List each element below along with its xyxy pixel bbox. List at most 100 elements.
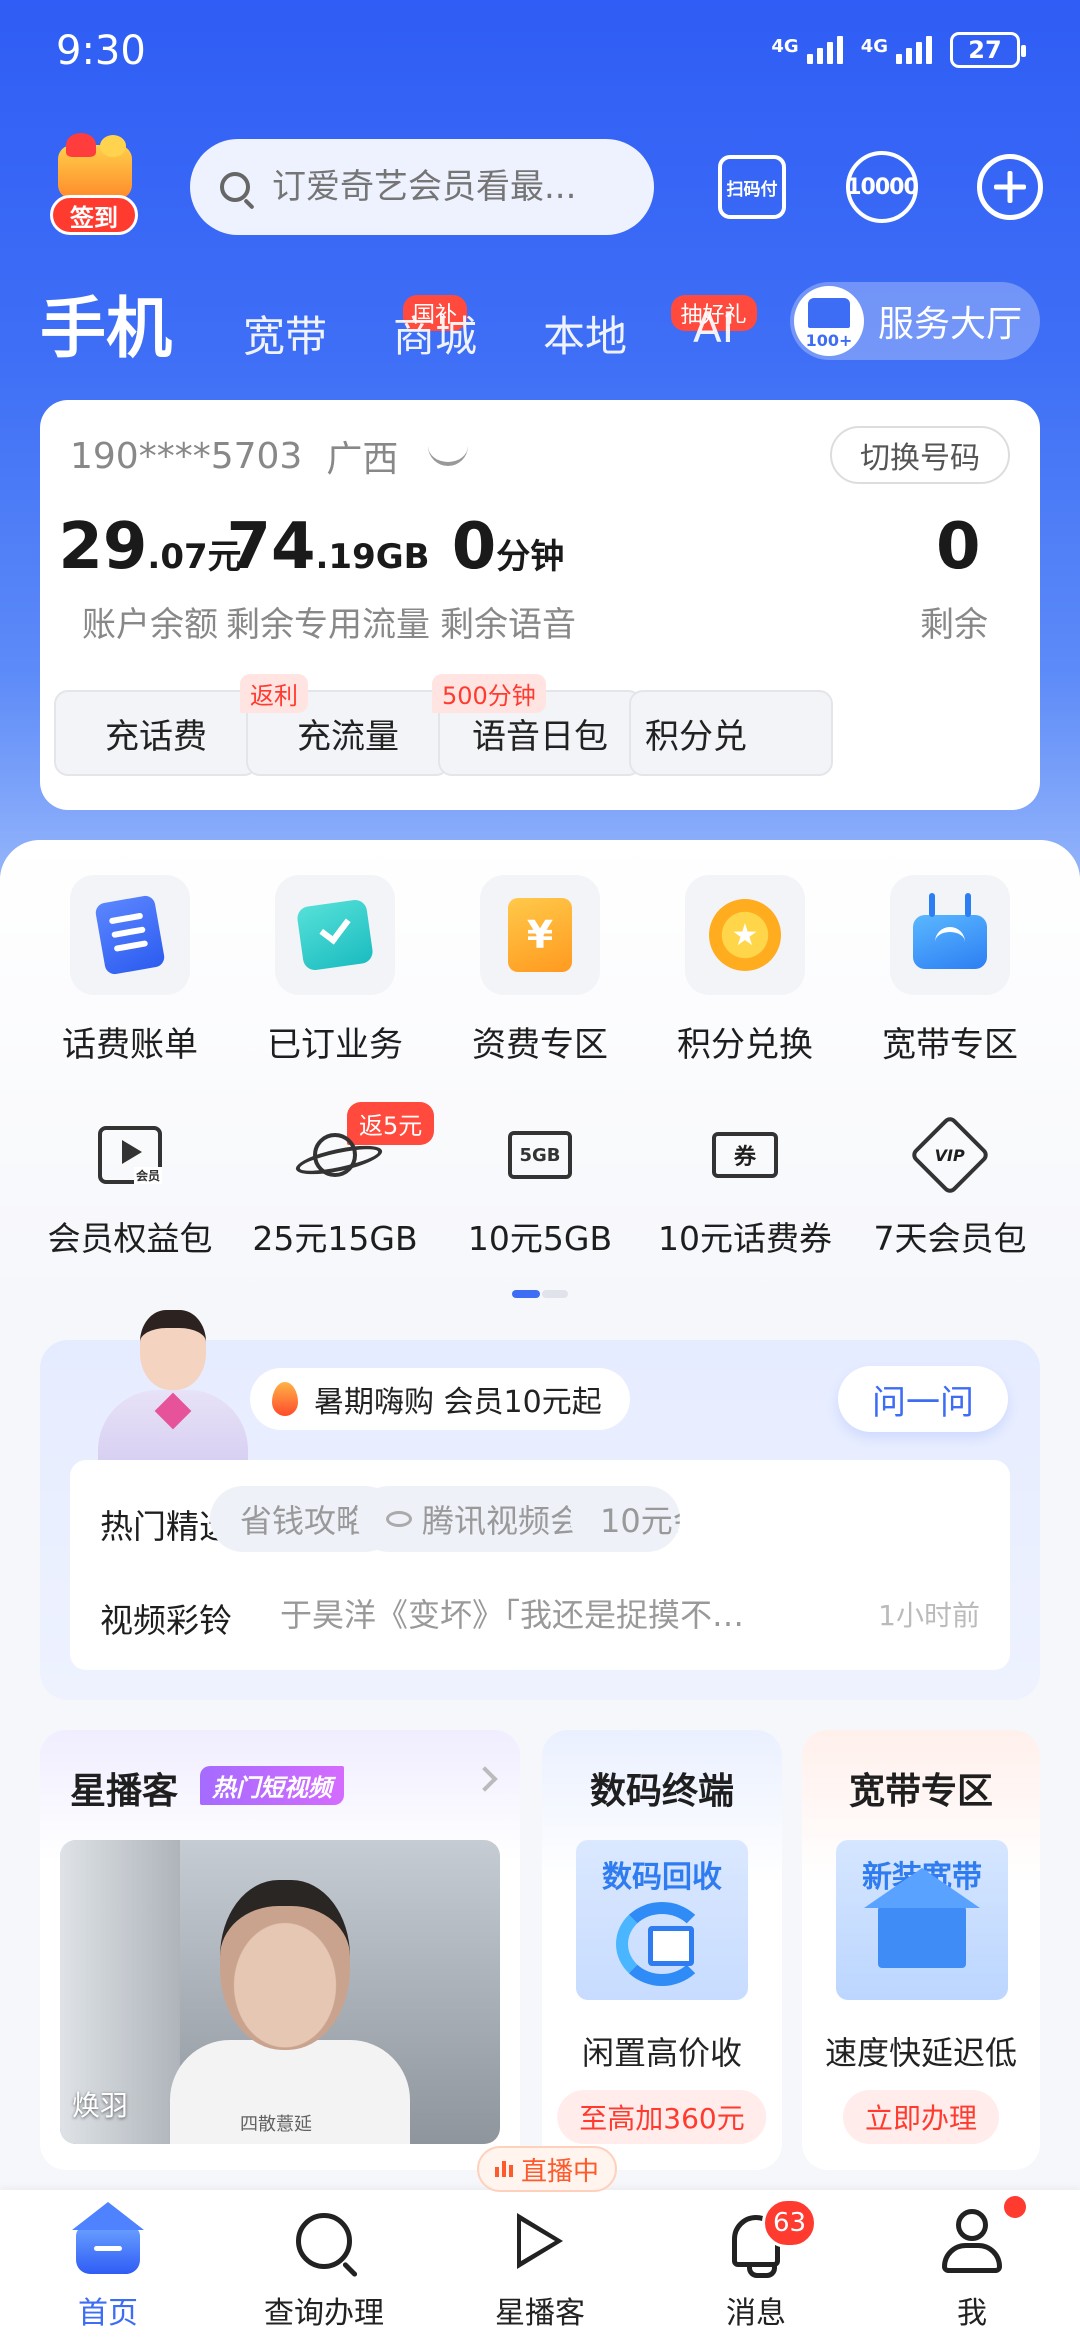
grid-item-25yuan-15gb[interactable]: 返5元 25元15GB bbox=[235, 1102, 435, 1260]
scan-pay-button[interactable]: 扫码付 bbox=[712, 147, 792, 227]
points-redeem-button[interactable]: 积分兑 bbox=[629, 690, 833, 776]
promo-pill[interactable]: 暑期嗨购 会员10元起 bbox=[250, 1368, 630, 1430]
card-description: 闲置高价收 bbox=[581, 2034, 742, 2072]
nav-broadcast[interactable]: 星播客 bbox=[440, 2200, 640, 2332]
chevron-right-icon[interactable] bbox=[472, 1766, 498, 1792]
status-bar: 9:30 4G 4G 27 bbox=[0, 0, 1080, 100]
send-arrow-icon bbox=[517, 2213, 563, 2269]
router-icon bbox=[890, 875, 1010, 995]
recharge-fee-button[interactable]: 充话费 bbox=[54, 690, 258, 776]
ringtone-title[interactable]: 于昊洋《变坏》「我还是捉摸不… bbox=[280, 1590, 744, 1636]
card-title: 数码终端 bbox=[589, 1771, 734, 1812]
tab-phone[interactable]: 手机 bbox=[40, 275, 172, 371]
digital-terminal-card[interactable]: 数码终端 数码回收 闲置高价收 至高加360元 bbox=[542, 1730, 782, 2170]
tab-mall[interactable]: 国补 商城 bbox=[393, 295, 478, 364]
add-button[interactable] bbox=[970, 147, 1050, 227]
broadcast-card[interactable]: 星播客 热门短视频 焕羽 四散薏延 bbox=[40, 1730, 520, 2170]
card-cta[interactable]: 立即办理 bbox=[842, 2090, 1000, 2144]
action-tag: 500分钟 bbox=[432, 674, 546, 713]
service-hall-button[interactable]: 100+ 服务大厅 bbox=[790, 282, 1040, 360]
card-cta[interactable]: 至高加360元 bbox=[557, 2090, 767, 2144]
grid-label: 宽带专区 bbox=[882, 1025, 1018, 1065]
tab-ai[interactable]: 抽好礼 AI bbox=[670, 295, 757, 352]
region: 广西 bbox=[326, 439, 399, 480]
checkin-label: 签到 bbox=[50, 195, 138, 235]
card-title: 宽带专区 bbox=[848, 1771, 993, 1812]
bill-icon bbox=[70, 875, 190, 995]
grid-item-points[interactable]: ★ 积分兑换 bbox=[645, 875, 845, 1066]
grid-item-member-pack[interactable]: 会员 会员权益包 bbox=[30, 1120, 230, 1260]
service-grid-primary: 话费账单 已订业务 ¥ 资费专区 ★ 积分兑换 宽带专区 bbox=[0, 875, 1080, 1075]
switch-number-button[interactable]: 切换号码 bbox=[830, 426, 1010, 484]
grid-label: 已订业务 bbox=[267, 1025, 403, 1065]
broadband-zone-card[interactable]: 宽带专区 新装宽带 速度快延迟低 立即办理 bbox=[802, 1730, 1040, 2170]
grid-item-broadband[interactable]: 宽带专区 bbox=[850, 875, 1050, 1066]
account-header: 190****5703 广西 bbox=[70, 430, 469, 482]
nav-home[interactable]: 首页 bbox=[8, 2200, 208, 2332]
stat-value: 0 bbox=[936, 510, 981, 584]
nav-messages[interactable]: 消息 bbox=[656, 2200, 856, 2332]
headset-10000-icon: 10000 bbox=[846, 151, 919, 223]
live-badge[interactable]: 直播中 bbox=[477, 2146, 618, 2192]
service-10000-button[interactable]: 10000 bbox=[842, 147, 922, 227]
search-bar[interactable] bbox=[190, 139, 654, 235]
checkin-button[interactable]: 签到 bbox=[46, 133, 142, 235]
promo-pill-text: 暑期嗨购 会员10元起 bbox=[314, 1385, 602, 1420]
network-type-2: 4G bbox=[860, 36, 888, 57]
video-watermark: 四散薏延 bbox=[240, 2114, 312, 2135]
search-input[interactable] bbox=[272, 167, 622, 207]
grid-item-10yuan-5gb[interactable]: 5GB 10元5GB bbox=[440, 1120, 640, 1260]
voice-daily-button[interactable]: 500分钟 语音日包 bbox=[432, 674, 642, 776]
subscribed-icon bbox=[275, 875, 395, 995]
hot-video-tag: 热门短视频 bbox=[200, 1766, 344, 1805]
house-wifi-icon bbox=[864, 1868, 980, 1968]
recharge-data-button[interactable]: 返利 充流量 bbox=[240, 674, 450, 776]
grid-label: 会员权益包 bbox=[47, 1219, 213, 1258]
status-indicators: 4G 4G 27 bbox=[771, 32, 1026, 68]
stat-decimal: .19 bbox=[315, 537, 376, 577]
grid-label: 10元5GB bbox=[467, 1219, 613, 1258]
grid-item-bill[interactable]: 话费账单 bbox=[30, 875, 230, 1066]
grid-label: 积分兑换 bbox=[677, 1025, 813, 1065]
live-bars-icon bbox=[495, 2161, 513, 2177]
grid-label: 25元15GB bbox=[252, 1219, 418, 1258]
nav-label: 查询办理 bbox=[264, 2296, 384, 2331]
tab-broadband[interactable]: 宽带 bbox=[243, 303, 327, 364]
account-card: 190****5703 广西 切换号码 29.07元 账户余额 74.19GB … bbox=[40, 400, 1040, 810]
grid-item-7day-vip[interactable]: VIP 7天会员包 bbox=[850, 1113, 1050, 1260]
fire-icon bbox=[272, 1382, 298, 1416]
stat-unit: 分钟 bbox=[496, 537, 565, 577]
extra-stat[interactable]: 0 剩余 bbox=[920, 515, 1040, 646]
signal-icon: 4G bbox=[771, 36, 843, 64]
stat-value: 29 bbox=[58, 510, 148, 584]
ask-button[interactable]: 问一问 bbox=[838, 1366, 1008, 1432]
plus-icon bbox=[977, 154, 1043, 220]
grid-item-tariff[interactable]: ¥ 资费专区 bbox=[440, 875, 640, 1066]
nav-me[interactable]: 我 bbox=[872, 2200, 1072, 2332]
signal-icon-2: 4G bbox=[861, 36, 932, 64]
nav-query[interactable]: 查询办理 bbox=[224, 2200, 424, 2332]
voice-stat[interactable]: 0分钟 剩余语音 bbox=[393, 515, 623, 646]
tab-label: 商城 bbox=[393, 312, 478, 361]
tab-local[interactable]: 本地 bbox=[543, 303, 627, 364]
5gb-icon: 5GB bbox=[440, 1120, 640, 1190]
recycle-icon bbox=[616, 1902, 708, 1986]
grid-label: 10元话费券 bbox=[658, 1219, 832, 1258]
hide-eye-icon[interactable] bbox=[428, 446, 469, 466]
video-thumbnail[interactable]: 焕羽 四散薏延 bbox=[60, 1840, 500, 2144]
tab-label: 本地 bbox=[543, 312, 628, 361]
grid-item-fee-coupon[interactable]: 券 10元话费券 bbox=[645, 1120, 845, 1260]
chip-10yuan-member[interactable]: 10元会员 bbox=[570, 1486, 680, 1552]
stat-decimal: .07 bbox=[147, 537, 208, 577]
grid-item-subscribed[interactable]: 已订业务 bbox=[235, 875, 435, 1066]
user-icon bbox=[942, 2209, 1002, 2273]
profile-red-dot bbox=[1004, 2196, 1026, 2218]
ringtone-time: 1小时前 bbox=[878, 1599, 980, 1632]
recycle-image: 数码回收 bbox=[576, 1840, 748, 2000]
card-description: 速度快延迟低 bbox=[824, 2034, 1017, 2072]
tab-label: 手机 bbox=[40, 290, 172, 367]
video-title: 焕羽 bbox=[72, 2089, 129, 2122]
message-count-badge: 63 bbox=[762, 2198, 818, 2248]
nav-label: 我 bbox=[957, 2296, 987, 2331]
broadband-image: 新装宽带 bbox=[836, 1840, 1008, 2000]
